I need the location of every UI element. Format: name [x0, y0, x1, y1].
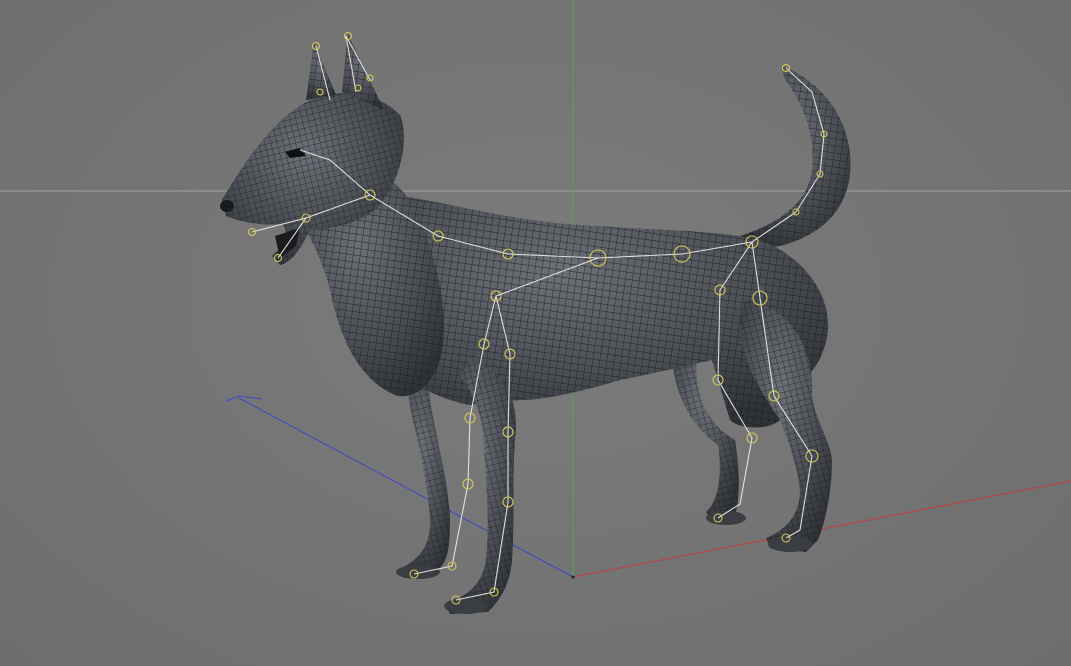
dog-mesh[interactable] [220, 34, 851, 614]
3d-viewport[interactable] [0, 0, 1071, 666]
scene-canvas[interactable] [0, 0, 1071, 666]
nose [220, 200, 234, 212]
world-origin [571, 575, 575, 579]
paw-front-near [444, 598, 488, 614]
z-axis-line [238, 397, 574, 578]
